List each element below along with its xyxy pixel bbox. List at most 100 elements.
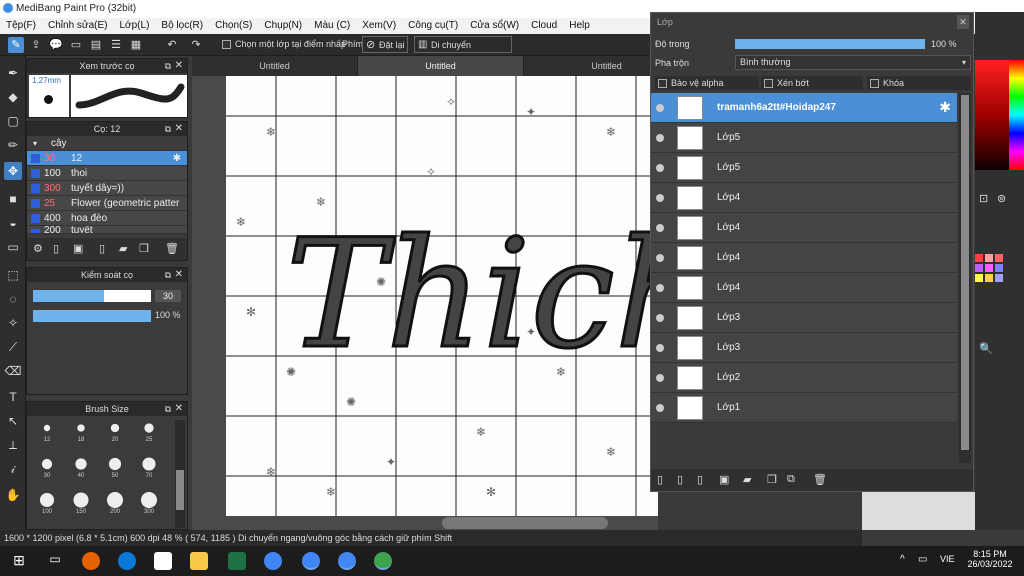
eye-icon[interactable]	[656, 104, 664, 112]
select-rect-icon[interactable]: ⬚	[4, 266, 22, 284]
grid-icon[interactable]: ⊡	[979, 192, 988, 205]
chrome-icon[interactable]	[264, 552, 282, 570]
grid-icon[interactable]: ▦	[128, 37, 144, 53]
excel-icon[interactable]	[228, 552, 246, 570]
lock-checkbox[interactable]	[870, 79, 879, 89]
reset-button[interactable]: ⊘ Đặt lại	[362, 36, 408, 53]
note-icon[interactable]: ▭	[68, 37, 84, 53]
duplicate-icon[interactable]: ❐	[139, 242, 149, 255]
layer-row[interactable]: Lớp4	[651, 183, 957, 213]
undo-icon[interactable]: ↶	[162, 37, 182, 53]
share-icon[interactable]: ⇪	[28, 37, 44, 53]
menu-file[interactable]: Tệp(F)	[0, 18, 42, 31]
brush-size-cell[interactable]: 200	[103, 492, 127, 522]
fill-rect-icon[interactable]: ■	[4, 190, 22, 208]
menu-view[interactable]: Xem(V)	[356, 18, 402, 31]
select-eraser-icon[interactable]: ⌫	[4, 362, 22, 380]
chrome-profile-icon[interactable]	[302, 552, 320, 570]
comment-icon[interactable]: 💬	[48, 37, 64, 53]
eyedropper-icon[interactable]: 𝒾	[4, 460, 22, 478]
select-layer-option[interactable]: Chọn một lớp tại điểm nhấp	[222, 39, 346, 50]
tab-untitled-1[interactable]: Untitled	[192, 56, 358, 76]
menu-cloud[interactable]: Cloud	[525, 18, 563, 31]
palette-swatch[interactable]	[985, 264, 993, 272]
close-icon[interactable]: ✕	[175, 402, 183, 416]
pen-icon[interactable]: ✒	[4, 64, 22, 82]
layer-row[interactable]: Lớp4	[651, 213, 957, 243]
move-tool-icon[interactable]: ✥	[4, 162, 22, 180]
layer-row[interactable]: Lớp4	[651, 273, 957, 303]
eye-icon[interactable]	[656, 164, 664, 172]
circle-icon[interactable]: ⊚	[997, 192, 1006, 205]
palette-swatch[interactable]	[985, 254, 993, 262]
dropper-icon[interactable]: ⟂	[4, 436, 22, 454]
brush-item[interactable]: 400 hoa đèo	[27, 211, 187, 226]
eye-icon[interactable]	[656, 374, 664, 382]
eye-icon[interactable]	[656, 134, 664, 142]
file-explorer-icon[interactable]	[190, 552, 208, 570]
list-icon[interactable]: ☰	[108, 37, 124, 53]
popout-icon[interactable]: ⧉	[165, 268, 171, 282]
add-dropdown-icon[interactable]: ▣	[73, 242, 83, 255]
brush-size-cell[interactable]: 18	[69, 420, 93, 450]
layer-row[interactable]: Lớp5	[651, 153, 957, 183]
clock[interactable]: 8:15 PM 26/03/2022	[966, 549, 1014, 569]
brush-item[interactable]: 100 thoi	[27, 166, 187, 181]
eye-icon[interactable]	[656, 284, 664, 292]
task-view-icon[interactable]: ▭	[46, 552, 64, 570]
brush-size-cell[interactable]: 12	[35, 420, 59, 450]
popout-icon[interactable]: ⧉	[165, 122, 171, 136]
layer-opacity-slider[interactable]	[735, 39, 925, 49]
brush-item[interactable]: 30 12 ✱	[27, 151, 187, 166]
menu-color[interactable]: Màu (C)	[308, 18, 356, 31]
eraser-icon[interactable]: ◆	[4, 88, 22, 106]
menu-tools[interactable]: Công cụ(T)	[402, 18, 464, 31]
popout-icon[interactable]: ⧉	[165, 402, 171, 416]
gear-icon[interactable]: ✱	[939, 99, 951, 116]
trash-icon[interactable]: 🗑	[165, 242, 179, 255]
protect-alpha-toggle[interactable]: Bảo vệ alpha	[655, 76, 759, 90]
eye-icon[interactable]	[656, 254, 664, 262]
palette-swatch[interactable]	[985, 274, 993, 282]
palette-swatch[interactable]	[995, 254, 1003, 262]
edge-icon[interactable]	[118, 552, 136, 570]
hand-icon[interactable]: ✋	[4, 486, 22, 504]
brush-size-cell[interactable]: 150	[69, 492, 93, 522]
scrollbar-thumb[interactable]	[176, 470, 184, 510]
magic-wand-icon[interactable]: ✧	[4, 314, 22, 332]
select-pen-icon[interactable]: ⟋	[4, 338, 22, 356]
brush-size-cell[interactable]: 300	[137, 492, 161, 522]
add-brush-icon[interactable]: ⚙	[33, 242, 43, 255]
brush-size-slider[interactable]	[33, 290, 151, 302]
popout-icon[interactable]: ⧉	[165, 59, 171, 73]
brush-item[interactable]: 300 tuyết dây=))	[27, 181, 187, 196]
layer-row[interactable]: Lớp3	[651, 303, 957, 333]
layer-row[interactable]: Lớp2	[651, 363, 957, 393]
lasso-icon[interactable]: ◌	[4, 290, 22, 308]
store-icon[interactable]	[154, 552, 172, 570]
folder-icon[interactable]: ▰	[119, 242, 127, 255]
hue-slider[interactable]	[1009, 60, 1024, 170]
close-icon[interactable]: ✕	[175, 59, 183, 73]
brush-size-cell[interactable]: 40	[69, 456, 93, 486]
lock-toggle[interactable]: Khóa	[867, 76, 971, 90]
rect-icon[interactable]: ▢	[4, 112, 22, 130]
brush-size-cell[interactable]: 100	[35, 492, 59, 522]
tab-untitled-2[interactable]: Untitled	[358, 56, 524, 76]
eye-icon[interactable]	[656, 224, 664, 232]
pencil-icon[interactable]: ✏	[4, 136, 22, 154]
layer-row[interactable]: Lớp5	[651, 123, 957, 153]
close-icon[interactable]: ✕	[175, 122, 183, 136]
menu-snap[interactable]: Chụp(N)	[258, 18, 308, 31]
menu-filter[interactable]: Bộ lọc(R)	[155, 18, 209, 31]
zoom-icon[interactable]: 🔍	[979, 342, 993, 355]
move-button[interactable]: ▥Di chuyển ngang/dọc	[414, 36, 512, 66]
new-8bit-layer-icon[interactable]: ▯	[697, 473, 703, 486]
merge-down-icon[interactable]: ⧉	[787, 473, 795, 486]
trash-icon[interactable]: 🗑	[813, 473, 827, 486]
menu-layer[interactable]: Lớp(L)	[114, 18, 156, 31]
layer-row[interactable]: Lớp3	[651, 333, 957, 363]
layer-row[interactable]: tramanh6a2tt#Hoidap247 ✱	[651, 93, 957, 123]
new-brush-icon[interactable]: ▯	[53, 242, 59, 255]
select-layer-checkbox[interactable]	[222, 40, 231, 50]
